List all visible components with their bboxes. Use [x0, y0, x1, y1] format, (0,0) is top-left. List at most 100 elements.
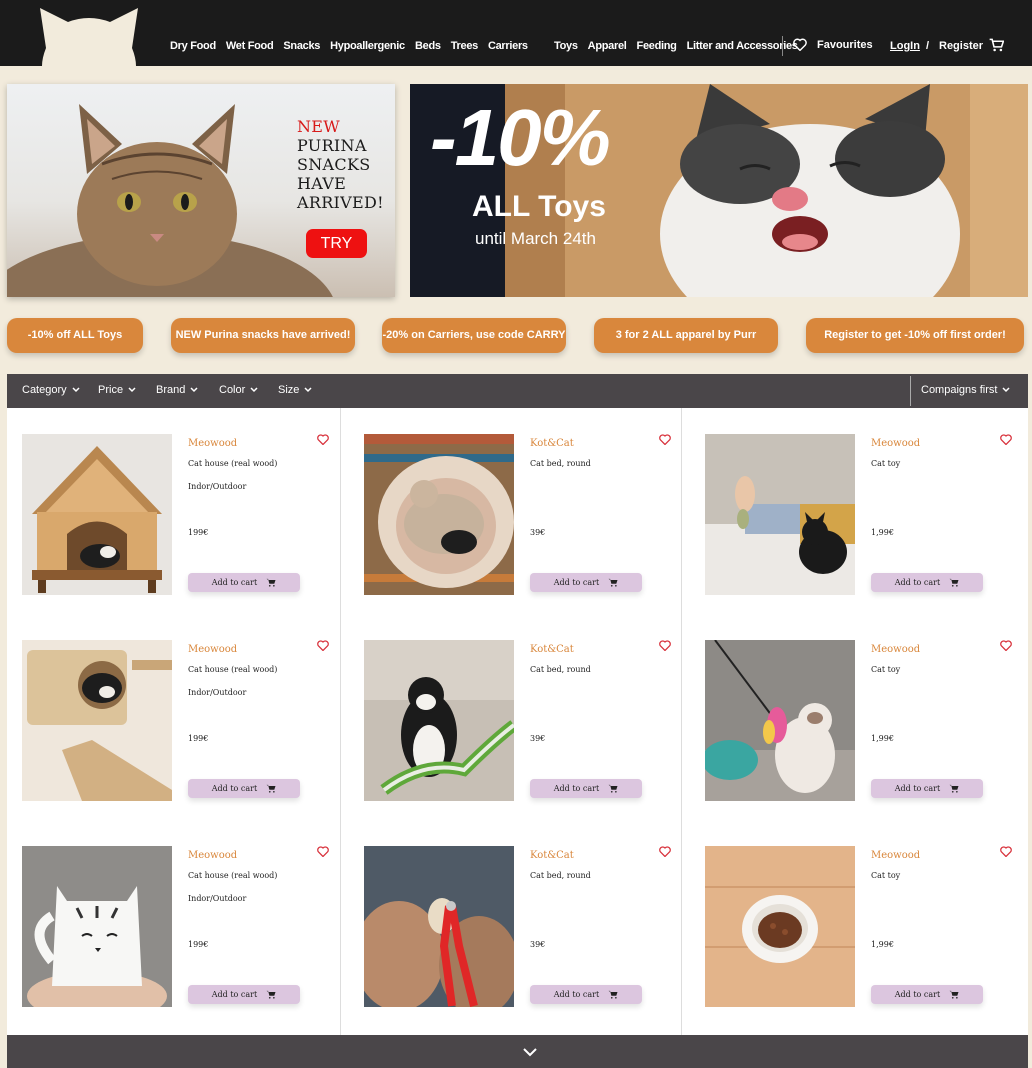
- heart-icon: [793, 38, 807, 51]
- product-brand[interactable]: Kot&Cat: [530, 850, 574, 861]
- chevron-down-icon: [304, 387, 312, 393]
- cart-icon: [608, 990, 618, 999]
- product-price: 39€: [530, 940, 546, 949]
- product-card[interactable]: Meowood Cat house (real wood) Indor/Outd…: [7, 614, 347, 820]
- favourite-heart-icon[interactable]: [317, 846, 329, 857]
- favourite-heart-icon[interactable]: [659, 640, 671, 651]
- filter-brand-label: Brand: [156, 384, 186, 396]
- cart-icon[interactable]: [989, 38, 1004, 52]
- nav-feeding[interactable]: Feeding: [637, 40, 677, 52]
- banner-toys-discount[interactable]: -10% ALL Toys until March 24th: [410, 84, 1028, 297]
- nav-divider: [782, 36, 783, 56]
- promo-purina[interactable]: NEW Purina snacks have arrived!: [171, 318, 355, 353]
- product-card[interactable]: Meowood Cat house (real wood) Indor/Outd…: [7, 408, 347, 614]
- product-card[interactable]: Kot&Cat Cat bed, round 39€ Add to cart: [349, 614, 689, 820]
- product-description: Cat bed, round: [530, 459, 591, 468]
- favourite-heart-icon[interactable]: [317, 434, 329, 445]
- add-to-cart-button[interactable]: Add to cart: [530, 779, 642, 798]
- add-to-cart-button[interactable]: Add to cart: [188, 779, 300, 798]
- filter-brand[interactable]: Brand: [156, 384, 198, 396]
- filter-color[interactable]: Color: [219, 384, 258, 396]
- cart-icon: [949, 784, 959, 793]
- add-to-cart-button[interactable]: Add to cart: [871, 985, 983, 1004]
- nav-dry-food[interactable]: Dry Food: [170, 40, 216, 52]
- nav-litter-accessories[interactable]: Litter and Accessories: [687, 40, 798, 52]
- product-image-cat-house[interactable]: [22, 434, 172, 595]
- favourite-heart-icon[interactable]: [317, 640, 329, 651]
- favourite-heart-icon[interactable]: [1000, 846, 1012, 857]
- nav-carriers[interactable]: Carriers: [488, 40, 528, 52]
- product-price: 1,99€: [871, 528, 894, 537]
- promo-toys[interactable]: -10% off ALL Toys: [7, 318, 143, 353]
- add-to-cart-button[interactable]: Add to cart: [188, 985, 300, 1004]
- banner-line-have: HAVE: [297, 174, 347, 193]
- product-image-cat-track-toy[interactable]: [364, 640, 514, 801]
- product-price: 39€: [530, 734, 546, 743]
- chevron-down-icon[interactable]: [523, 1048, 537, 1057]
- favourite-heart-icon[interactable]: [659, 434, 671, 445]
- promo-apparel[interactable]: 3 for 2 ALL apparel by Purr: [594, 318, 778, 353]
- product-image-feather-toy[interactable]: [705, 640, 855, 801]
- add-to-cart-button[interactable]: Add to cart: [530, 985, 642, 1004]
- cat-logo-icon[interactable]: [40, 8, 138, 66]
- load-more-bar[interactable]: [7, 1035, 1028, 1068]
- favourite-heart-icon[interactable]: [1000, 434, 1012, 445]
- product-brand[interactable]: Kot&Cat: [530, 644, 574, 655]
- add-to-cart-button[interactable]: Add to cart: [871, 779, 983, 798]
- product-brand[interactable]: Meowood: [871, 644, 920, 655]
- nav-snacks[interactable]: Snacks: [283, 40, 320, 52]
- nav-wet-food[interactable]: Wet Food: [226, 40, 274, 52]
- product-card[interactable]: Kot&Cat Cat bed, round 39€ Add to cart: [349, 820, 689, 1026]
- login-link[interactable]: LogIn: [890, 40, 920, 52]
- product-card[interactable]: Meowood Cat toy 1,99€ Add to cart: [690, 614, 1030, 820]
- add-to-cart-button[interactable]: Add to cart: [530, 573, 642, 592]
- product-grid: Meowood Cat house (real wood) Indor/Outd…: [7, 408, 1028, 1035]
- chevron-down-icon: [128, 387, 136, 393]
- sort-dropdown[interactable]: Compaigns first: [921, 384, 1010, 396]
- add-to-cart-label: Add to cart: [211, 784, 258, 793]
- add-to-cart-label: Add to cart: [553, 784, 600, 793]
- product-brand[interactable]: Meowood: [188, 438, 237, 449]
- favourite-heart-icon[interactable]: [1000, 640, 1012, 651]
- filter-size[interactable]: Size: [278, 384, 312, 396]
- product-image-cat-mug[interactable]: [22, 846, 172, 1007]
- product-brand[interactable]: Meowood: [871, 850, 920, 861]
- banner-headline: NEW PURINA SNACKS HAVE ARRIVED!: [297, 117, 384, 212]
- filter-category[interactable]: Category: [22, 384, 80, 396]
- nav-apparel[interactable]: Apparel: [588, 40, 627, 52]
- product-price: 199€: [188, 734, 209, 743]
- product-price: 199€: [188, 940, 209, 949]
- nav-trees[interactable]: Trees: [451, 40, 479, 52]
- product-image-cat-house[interactable]: [22, 640, 172, 801]
- try-button[interactable]: TRY: [306, 229, 367, 258]
- product-brand[interactable]: Kot&Cat: [530, 438, 574, 449]
- product-image-nail-clipper[interactable]: [364, 846, 514, 1007]
- register-link[interactable]: Register: [939, 40, 983, 52]
- product-description-extra: Indor/Outdoor: [188, 482, 247, 491]
- product-image-food-bowl[interactable]: [705, 846, 855, 1007]
- product-brand[interactable]: Meowood: [188, 850, 237, 861]
- product-brand[interactable]: Meowood: [871, 438, 920, 449]
- product-card[interactable]: Meowood Cat house (real wood) Indor/Outd…: [7, 820, 347, 1026]
- filter-price[interactable]: Price: [98, 384, 136, 396]
- add-to-cart-button[interactable]: Add to cart: [871, 573, 983, 592]
- favourites-link[interactable]: Favourites: [793, 38, 873, 51]
- product-card[interactable]: Meowood Cat toy 1,99€ Add to cart: [690, 408, 1030, 614]
- banner-purina-snacks[interactable]: NEW PURINA SNACKS HAVE ARRIVED! TRY: [7, 84, 395, 297]
- promo-register[interactable]: Register to get -10% off first order!: [806, 318, 1024, 353]
- filter-bar: Category Price Brand Color Size Compaign…: [7, 374, 1028, 408]
- header-bar: Dry Food Wet Food Snacks Hypoallergenic Bed…: [0, 0, 1032, 66]
- product-card[interactable]: Kot&Cat Cat bed, round 39€ Add to cart: [349, 408, 689, 614]
- favourite-heart-icon[interactable]: [659, 846, 671, 857]
- product-card[interactable]: Meowood Cat toy 1,99€ Add to cart: [690, 820, 1030, 1026]
- product-image-cat-bed[interactable]: [364, 434, 514, 595]
- product-image-cat-toy[interactable]: [705, 434, 855, 595]
- nav-beds[interactable]: Beds: [415, 40, 441, 52]
- nav-toys[interactable]: Toys: [554, 40, 578, 52]
- add-to-cart-button[interactable]: Add to cart: [188, 573, 300, 592]
- promo-carriers[interactable]: -20% on Carriers, use code CARRY: [382, 318, 566, 353]
- nav-group-furniture: Beds Trees Carriers: [415, 40, 538, 52]
- product-brand[interactable]: Meowood: [188, 644, 237, 655]
- nav-hypoallergenic[interactable]: Hypoallergenic: [330, 40, 405, 52]
- filter-divider: [910, 376, 911, 406]
